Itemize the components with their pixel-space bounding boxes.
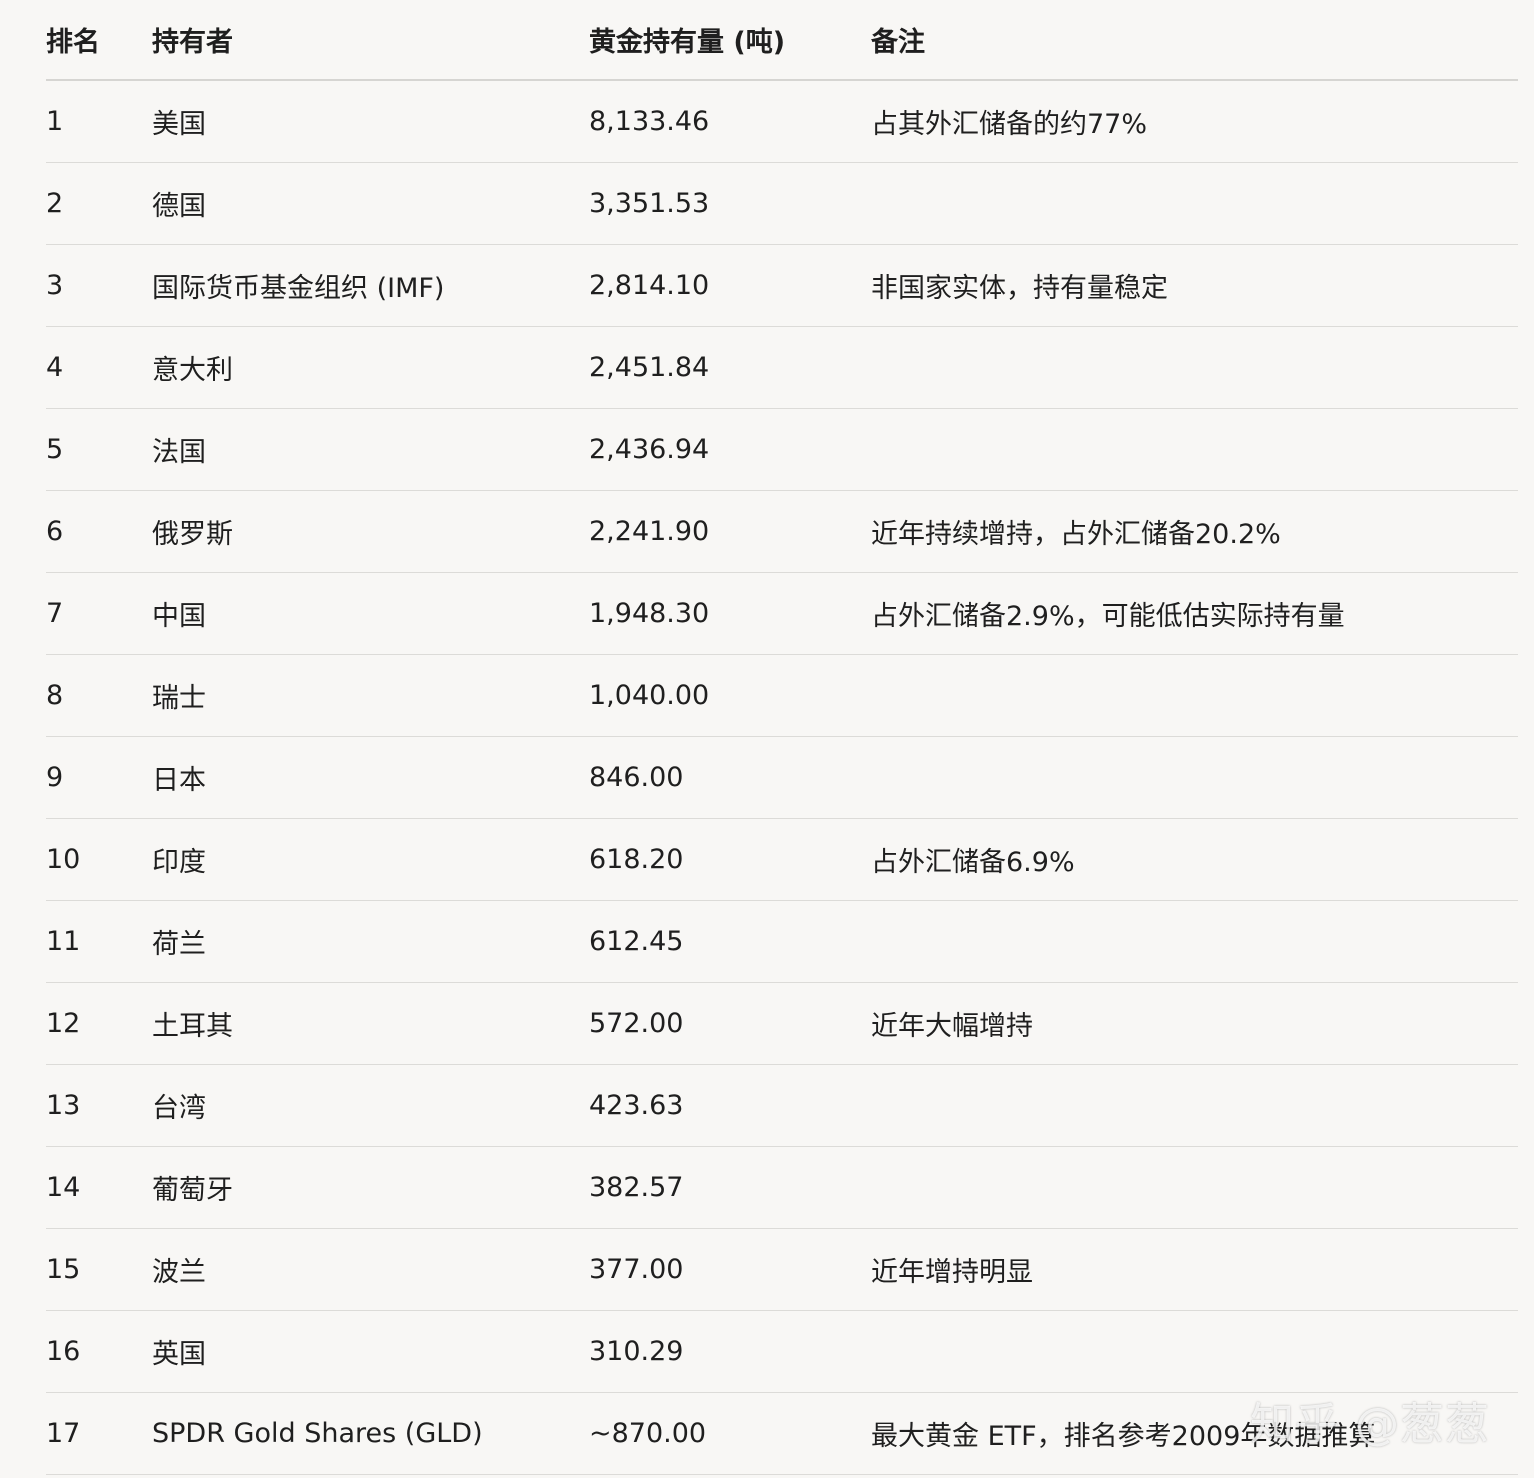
note-cell: 最大黄金 ETF，排名参考2009年数据推算 bbox=[871, 1421, 1376, 1452]
holder-cell: 荷兰 bbox=[152, 929, 206, 960]
amount-cell: 2,451.84 bbox=[589, 352, 710, 383]
holder-cell: 台湾 bbox=[152, 1093, 206, 1124]
holder-cell: 波兰 bbox=[152, 1257, 206, 1288]
table-row: 2 德国 3,351.53 bbox=[46, 163, 1518, 245]
table-row: 15 波兰 377.00 近年增持明显 bbox=[46, 1229, 1518, 1311]
holder-cell: 瑞士 bbox=[152, 683, 206, 714]
rank-cell: 5 bbox=[46, 434, 64, 465]
holder-cell: 德国 bbox=[152, 191, 206, 222]
note-cell: 非国家实体，持有量稳定 bbox=[871, 273, 1168, 304]
amount-cell: 3,351.53 bbox=[589, 188, 710, 219]
amount-cell: 618.20 bbox=[589, 844, 684, 875]
note-cell: 占外汇储备6.9% bbox=[871, 847, 1075, 878]
rank-cell: 3 bbox=[46, 270, 64, 301]
amount-cell: 1,040.00 bbox=[589, 680, 710, 711]
holder-cell: 意大利 bbox=[152, 355, 233, 386]
table-row: 6 俄罗斯 2,241.90 近年持续增持，占外汇储备20.2% bbox=[46, 491, 1518, 573]
holder-cell: 国际货币基金组织 (IMF) bbox=[152, 273, 445, 304]
amount-cell: 2,814.10 bbox=[589, 270, 710, 301]
holder-cell: 英国 bbox=[152, 1339, 206, 1370]
table-row: 3 国际货币基金组织 (IMF) 2,814.10 非国家实体，持有量稳定 bbox=[46, 245, 1518, 327]
amount-cell: 612.45 bbox=[589, 926, 684, 957]
rank-cell: 11 bbox=[46, 926, 81, 957]
note-cell: 近年持续增持，占外汇储备20.2% bbox=[871, 519, 1281, 550]
amount-cell: 382.57 bbox=[589, 1172, 684, 1203]
holder-cell: 中国 bbox=[152, 601, 206, 632]
holder-cell: 俄罗斯 bbox=[152, 519, 233, 550]
table-row: 11 荷兰 612.45 bbox=[46, 901, 1518, 983]
table-row: 1 美国 8,133.46 占其外汇储备的约77% bbox=[46, 81, 1518, 163]
rank-cell: 10 bbox=[46, 844, 81, 875]
rank-cell: 2 bbox=[46, 188, 64, 219]
rank-cell: 9 bbox=[46, 762, 64, 793]
table-row: 4 意大利 2,451.84 bbox=[46, 327, 1518, 409]
rank-cell: 13 bbox=[46, 1090, 81, 1121]
header-note: 备注 bbox=[871, 27, 925, 58]
table-body: 1 美国 8,133.46 占其外汇储备的约77% 2 德国 3,351.53 3 国际货币基金… bbox=[46, 81, 1518, 1475]
rank-cell: 12 bbox=[46, 1008, 81, 1039]
rank-cell: 14 bbox=[46, 1172, 81, 1203]
note-cell: 近年大幅增持 bbox=[871, 1011, 1033, 1042]
amount-cell: 2,241.90 bbox=[589, 516, 710, 547]
note-cell: 占其外汇储备的约77% bbox=[871, 109, 1148, 140]
holder-cell: 法国 bbox=[152, 437, 206, 468]
amount-cell: 8,133.46 bbox=[589, 106, 710, 137]
holder-cell: 日本 bbox=[152, 765, 206, 796]
rank-cell: 17 bbox=[46, 1418, 81, 1449]
table-row: 7 中国 1,948.30 占外汇储备2.9%，可能低估实际持有量 bbox=[46, 573, 1518, 655]
header-holder: 持有者 bbox=[152, 27, 233, 58]
holder-cell: 美国 bbox=[152, 109, 206, 140]
holder-cell: 印度 bbox=[152, 847, 206, 878]
table-row: 9 日本 846.00 bbox=[46, 737, 1518, 819]
amount-cell: 572.00 bbox=[589, 1008, 684, 1039]
table-header-row: 排名 持有者 黄金持有量 (吨) 备注 bbox=[46, 0, 1518, 81]
holder-cell: 葡萄牙 bbox=[152, 1175, 233, 1206]
table-row: 14 葡萄牙 382.57 bbox=[46, 1147, 1518, 1229]
note-cell: 近年增持明显 bbox=[871, 1257, 1033, 1288]
gold-holdings-table: 排名 持有者 黄金持有量 (吨) 备注 1 美国 8,133.46 占其外汇储备的约7… bbox=[46, 0, 1518, 1475]
amount-cell: 2,436.94 bbox=[589, 434, 710, 465]
table-row: 17 SPDR Gold Shares (GLD) ~870.00 最大黄金 ETF，… bbox=[46, 1393, 1518, 1475]
table-row: 5 法国 2,436.94 bbox=[46, 409, 1518, 491]
table-row: 12 土耳其 572.00 近年大幅增持 bbox=[46, 983, 1518, 1065]
header-rank: 排名 bbox=[46, 27, 100, 58]
holder-cell: 土耳其 bbox=[152, 1011, 233, 1042]
amount-cell: 846.00 bbox=[589, 762, 684, 793]
amount-cell: ~870.00 bbox=[589, 1418, 707, 1449]
note-cell: 占外汇储备2.9%，可能低估实际持有量 bbox=[871, 601, 1345, 632]
rank-cell: 6 bbox=[46, 516, 64, 547]
amount-cell: 423.63 bbox=[589, 1090, 684, 1121]
holder-cell: SPDR Gold Shares (GLD) bbox=[152, 1418, 483, 1449]
table-row: 16 英国 310.29 bbox=[46, 1311, 1518, 1393]
rank-cell: 4 bbox=[46, 352, 64, 383]
rank-cell: 15 bbox=[46, 1254, 81, 1285]
rank-cell: 8 bbox=[46, 680, 64, 711]
amount-cell: 1,948.30 bbox=[589, 598, 710, 629]
header-amount: 黄金持有量 (吨) bbox=[589, 27, 786, 58]
amount-cell: 310.29 bbox=[589, 1336, 684, 1367]
rank-cell: 16 bbox=[46, 1336, 81, 1367]
rank-cell: 7 bbox=[46, 598, 64, 629]
amount-cell: 377.00 bbox=[589, 1254, 684, 1285]
table-row: 13 台湾 423.63 bbox=[46, 1065, 1518, 1147]
table-row: 10 印度 618.20 占外汇储备6.9% bbox=[46, 819, 1518, 901]
table-row: 8 瑞士 1,040.00 bbox=[46, 655, 1518, 737]
rank-cell: 1 bbox=[46, 106, 64, 137]
